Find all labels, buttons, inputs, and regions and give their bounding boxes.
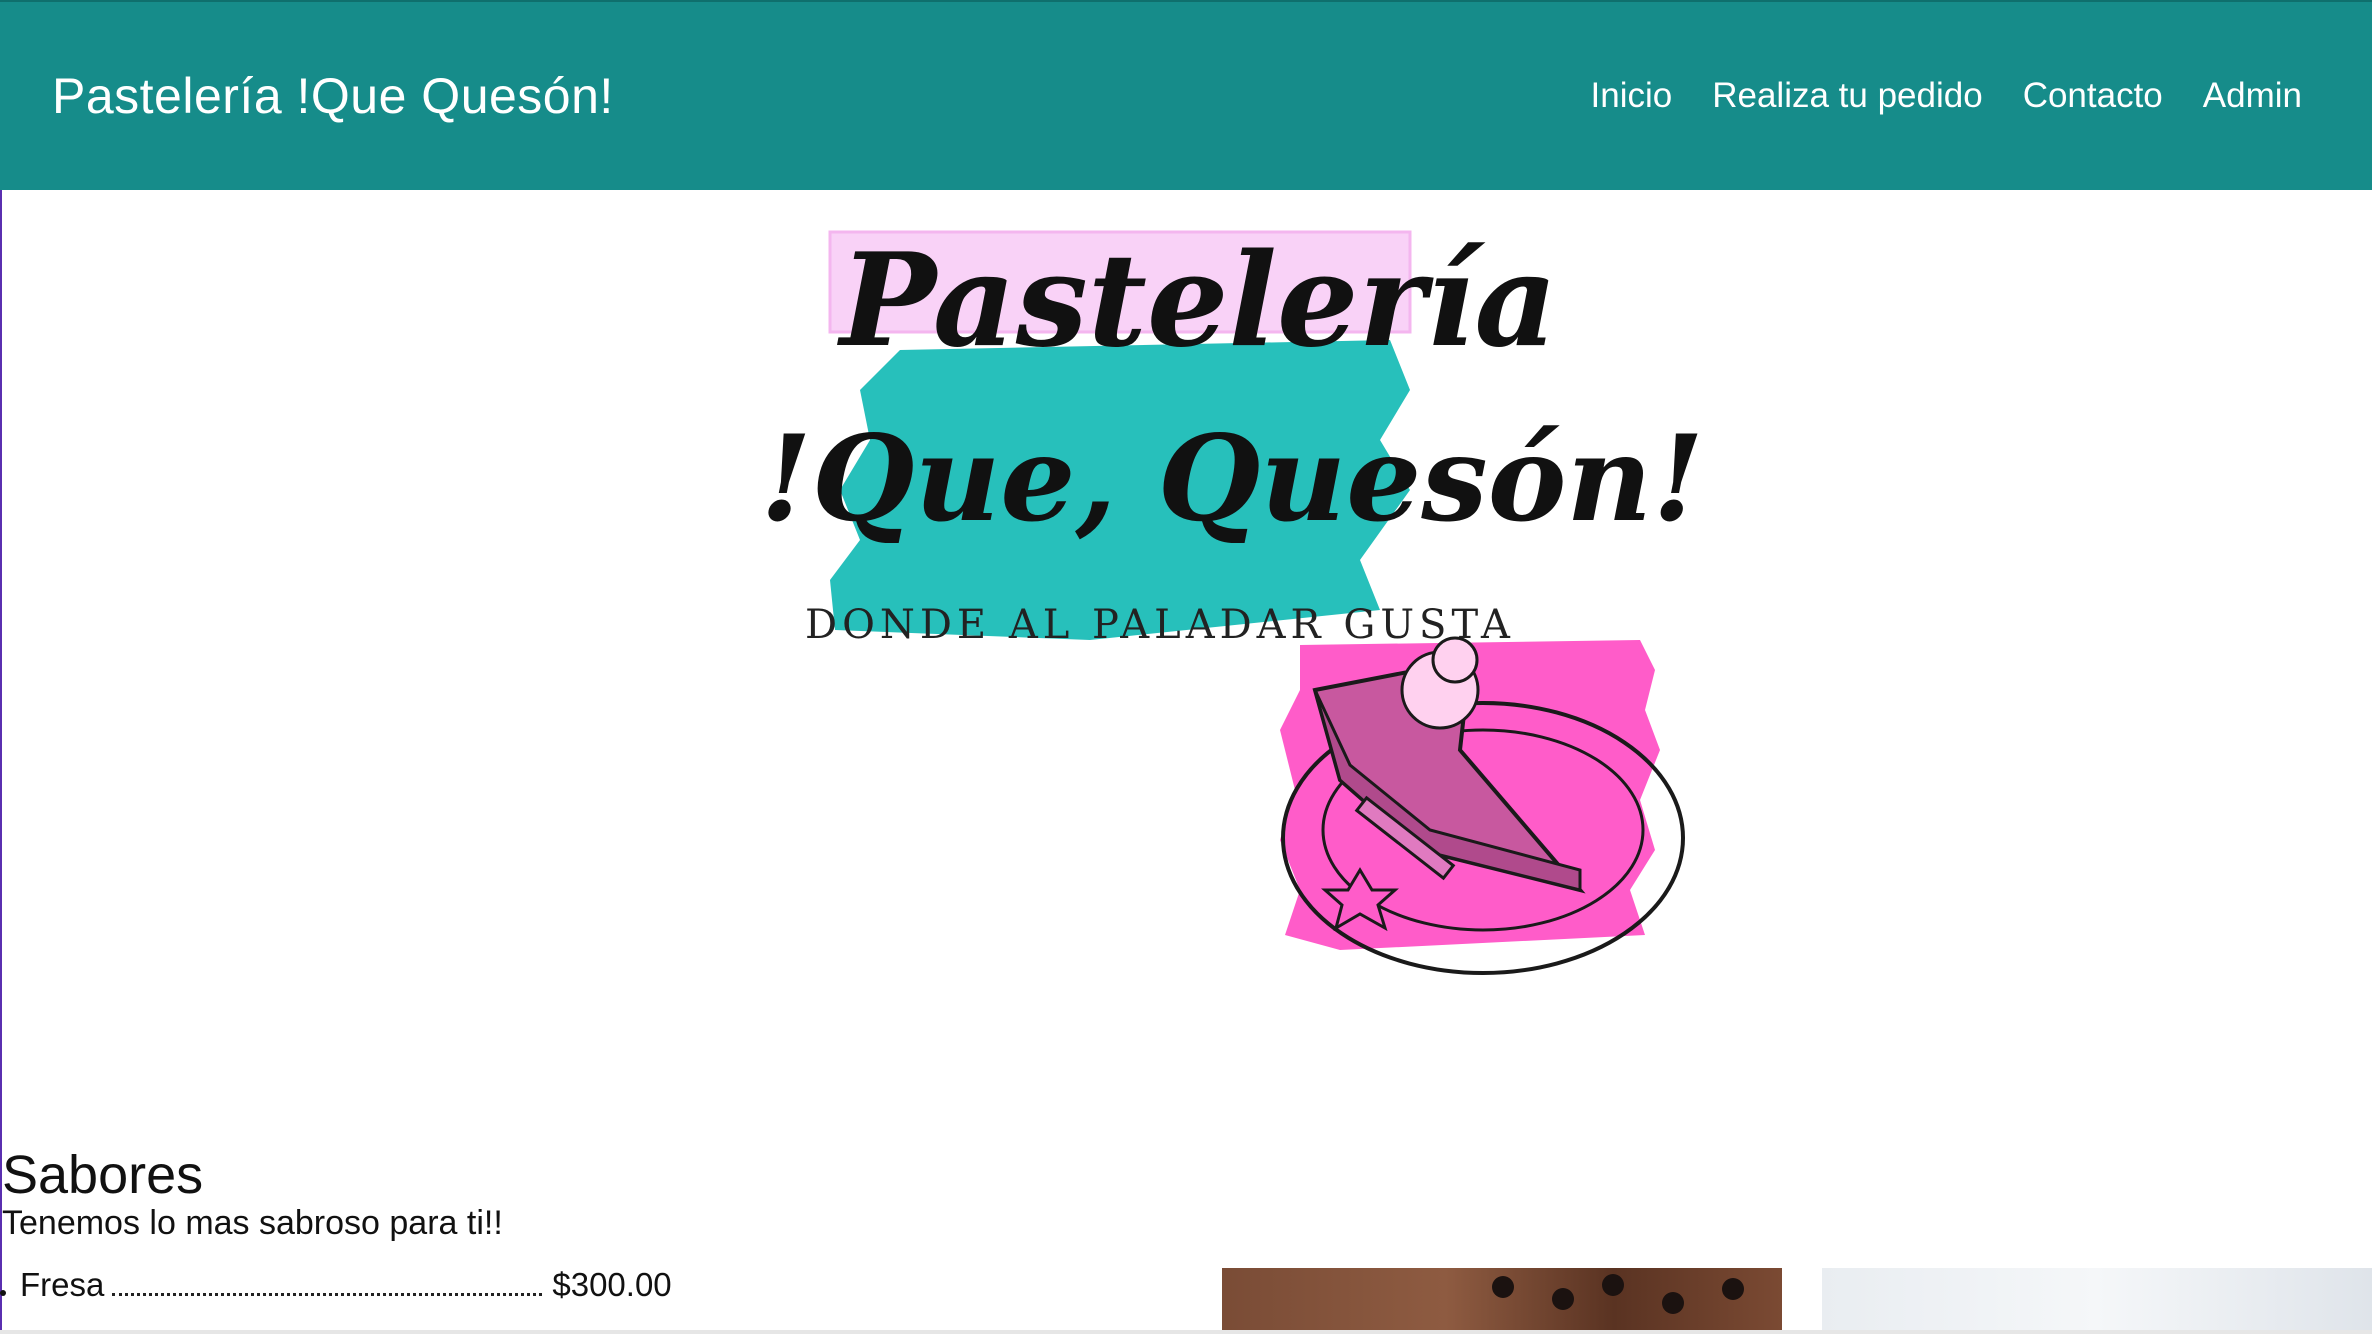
sabores-title: Sabores [2,1145,204,1205]
sabores-subtitle: Tenemos lo mas sabroso para ti!! [2,1204,503,1242]
dotted-leader [112,1293,543,1296]
main-nav: Inicio Realiza tu pedido Contacto Admin [1591,76,2303,116]
brand-link[interactable]: Pastelería !Que Quesón! [52,67,614,125]
choc-ball [1492,1276,1514,1298]
page-left-border [0,0,2,1334]
logo-line2: !Que, Quesón! [760,409,1700,548]
chocolate-cake-photo [1222,1268,1782,1334]
nav-link-admin[interactable]: Admin [2203,76,2302,116]
list-item: Fresa $300.00 [0,1266,672,1306]
bakery-logo: Pastelería !Que, Quesón! DONDE AL PALADA… [760,226,1700,975]
choc-ball [1722,1278,1744,1300]
nav-link-inicio[interactable]: Inicio [1591,76,1673,116]
choc-ball [1552,1288,1574,1310]
viewport-bottom-edge [0,1330,2372,1334]
flavor-price: $300.00 [552,1266,672,1303]
top-navbar: Pastelería !Que Quesón! Inicio Realiza t… [0,0,2372,190]
logo-tagline: DONDE AL PALADAR GUSTA [805,602,1515,648]
flavor-list: Fresa $300.00 [0,1266,672,1306]
logo-line1: Pastelería [837,226,1557,376]
hero-logo-image: Pastelería !Que, Quesón! DONDE AL PALADA… [740,190,1700,990]
choc-ball [1602,1274,1624,1296]
flavor-name: Fresa [20,1266,105,1303]
nav-link-contacto[interactable]: Contacto [2023,76,2163,116]
white-cake-photo [1822,1268,2372,1334]
bullet-icon [0,1290,6,1296]
choc-ball [1662,1292,1684,1314]
cream-top-icon [1431,636,1479,684]
nav-link-realiza-pedido[interactable]: Realiza tu pedido [1712,76,1982,116]
